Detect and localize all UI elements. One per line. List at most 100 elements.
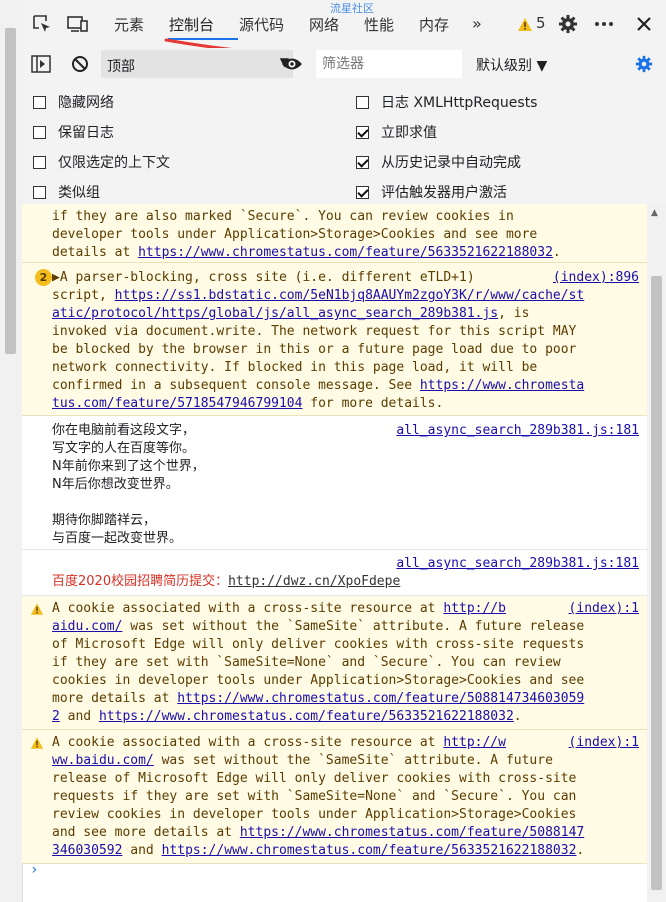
source-link[interactable]: (index):896 — [552, 269, 639, 287]
setting-label: 仅限选定的上下文 — [58, 155, 170, 171]
scroll-up-arrow-icon[interactable]: ▲ — [651, 208, 658, 218]
inspect-element-icon[interactable] — [30, 12, 54, 36]
message-link[interactable]: https://www.chromestatus.com/feature/508… — [177, 691, 584, 706]
tab-performance[interactable]: 性能 — [364, 14, 394, 35]
setting-user-activation[interactable]: 评估触发器用户激活 — [356, 182, 507, 202]
console-log-message: 你在电脑前看这段文字， 写文字的人在百度等你。 N年前你来到了这个世界， N年后… — [22, 416, 647, 550]
message-text: A cookie associated with a cross-site re… — [52, 735, 444, 750]
clear-console-icon[interactable] — [68, 52, 92, 76]
setting-selected-context-only[interactable]: 仅限选定的上下文 — [33, 152, 170, 172]
message-text: invoked via document.write. The network … — [52, 324, 577, 339]
filter-input[interactable] — [316, 50, 462, 78]
message-link[interactable]: https://ss1.bdstatic.com/5eN1bjq8AAUYm2z… — [115, 288, 585, 303]
message-link[interactable]: 2 — [52, 709, 60, 724]
message-text: details at — [52, 245, 139, 260]
message-text: 期待你脚踏祥云， — [52, 513, 157, 528]
message-link[interactable]: https://www.chromestatus.com/feature/563… — [162, 843, 577, 858]
checkbox[interactable] — [356, 155, 369, 169]
setting-group-similar[interactable]: 类似组 — [33, 182, 100, 202]
warning-count[interactable]: 5 — [536, 14, 546, 32]
message-text: developer tools under Application>Storag… — [52, 227, 538, 242]
tab-console[interactable]: 控制台 — [169, 14, 214, 35]
close-icon[interactable] — [632, 12, 656, 36]
message-link[interactable]: https://www.chromesta — [420, 378, 584, 393]
source-link[interactable]: (index):1 — [568, 734, 639, 752]
setting-eager-eval[interactable]: 立即求值 — [356, 122, 437, 142]
setting-label: 日志 XMLHttpRequests — [381, 95, 538, 111]
message-text: for more details. — [302, 396, 444, 411]
checkbox[interactable] — [33, 125, 46, 139]
tab-network[interactable]: 网络 — [309, 14, 339, 35]
message-link[interactable]: aidu.com/ — [52, 619, 122, 634]
message-text: N年前你来到了这个世界， — [52, 459, 205, 474]
message-text — [52, 494, 639, 512]
context-select-value: 顶部 — [107, 59, 135, 75]
watermark: 流星社区 — [330, 2, 374, 15]
live-expression-eye-icon[interactable] — [280, 52, 304, 76]
checkbox[interactable] — [356, 125, 369, 139]
console-warning-message: if they are also marked `Secure`. You ca… — [22, 204, 647, 263]
source-link[interactable]: all_async_search_289b381.js:181 — [396, 422, 639, 440]
console-warning-message: A cookie associated with a cross-site re… — [22, 730, 647, 864]
message-link[interactable]: http://b — [443, 601, 506, 616]
message-link[interactable]: tus.com/feature/5718547946799104 — [52, 396, 302, 411]
checkbox[interactable] — [33, 155, 46, 169]
setting-label: 评估触发器用户激活 — [381, 185, 507, 201]
warning-icon — [30, 603, 44, 615]
message-text: if they are also marked `Secure`. You ca… — [52, 209, 514, 224]
log-level-select[interactable]: 默认级别 ▼ — [476, 55, 547, 75]
message-text: review cookies in developer tools under … — [52, 807, 577, 822]
console-scrollbar-thumb[interactable] — [651, 276, 662, 890]
device-toolbar-icon[interactable] — [66, 12, 90, 36]
message-text: and see more details at — [52, 825, 240, 840]
settings-gear-icon[interactable] — [556, 12, 580, 36]
message-text: and — [59, 709, 99, 724]
setting-label: 立即求值 — [381, 125, 437, 141]
tab-memory[interactable]: 内存 — [419, 14, 449, 35]
console-scrollbar[interactable]: ▲ — [647, 204, 666, 902]
warning-icon[interactable] — [516, 12, 534, 36]
message-text: . — [552, 245, 561, 260]
message-text: 与百度一起改变世界。 — [52, 531, 183, 546]
message-link[interactable]: http://w — [443, 735, 506, 750]
checkbox[interactable] — [33, 95, 46, 109]
message-link[interactable]: http://dwz.cn/XpoFdepe — [228, 574, 400, 589]
message-text: A cookie associated with a cross-site re… — [52, 601, 444, 616]
message-link[interactable]: atic/protocol/https/global/js/all_async_… — [52, 306, 498, 321]
context-select[interactable]: 顶部 ▼ — [101, 50, 293, 78]
more-options-icon[interactable] — [592, 12, 616, 36]
setting-autocomplete-history[interactable]: 从历史记录中自动完成 — [356, 152, 521, 172]
console-toolbar: 顶部 ▼ 默认级别 ▼ — [22, 48, 666, 82]
message-link[interactable]: https://www.chromestatus.com/feature/508… — [240, 825, 584, 840]
more-tabs-button[interactable]: » — [472, 14, 482, 33]
console-prompt[interactable]: › — [30, 862, 38, 878]
page-scrollbar[interactable] — [0, 0, 23, 902]
source-link[interactable]: (index):1 — [568, 600, 639, 618]
expand-triangle-icon[interactable]: ▶ — [52, 270, 60, 285]
setting-label: 类似组 — [58, 185, 100, 201]
console-warning-message: A cookie associated with a cross-site re… — [22, 596, 647, 730]
setting-log-xhr[interactable]: 日志 XMLHttpRequests — [356, 92, 537, 112]
checkbox[interactable] — [356, 95, 369, 109]
tab-elements[interactable]: 元素 — [114, 14, 144, 35]
message-link[interactable]: https://www.chromestatus.com/feature/563… — [138, 245, 553, 260]
console-settings-gear-icon[interactable] — [632, 52, 656, 76]
setting-preserve-log[interactable]: 保留日志 — [33, 122, 114, 142]
message-link[interactable]: ww.baidu.com/ — [52, 753, 154, 768]
setting-hide-network[interactable]: 隐藏网络 — [33, 92, 114, 112]
tab-sources[interactable]: 源代码 — [239, 14, 284, 35]
checkbox[interactable] — [33, 185, 46, 199]
message-text: of Microsoft Edge will only deliver cook… — [52, 637, 585, 652]
source-link[interactable]: all_async_search_289b381.js:181 — [396, 555, 639, 573]
message-text: if they are set with `SameSite=None` and… — [52, 655, 561, 670]
message-text-red: 百度2020校园招聘简历提交： — [52, 574, 229, 589]
setting-label: 隐藏网络 — [58, 95, 114, 111]
message-text: was set without the `SameSite` attribute… — [153, 753, 553, 768]
message-link[interactable]: https://www.chromestatus.com/feature/563… — [99, 709, 514, 724]
page-scrollbar-thumb[interactable] — [5, 28, 16, 354]
message-text: . — [513, 709, 522, 724]
sidebar-toggle-icon[interactable] — [29, 52, 53, 76]
message-text: and — [122, 843, 162, 858]
checkbox[interactable] — [356, 185, 369, 199]
message-link[interactable]: 346030592 — [52, 843, 122, 858]
